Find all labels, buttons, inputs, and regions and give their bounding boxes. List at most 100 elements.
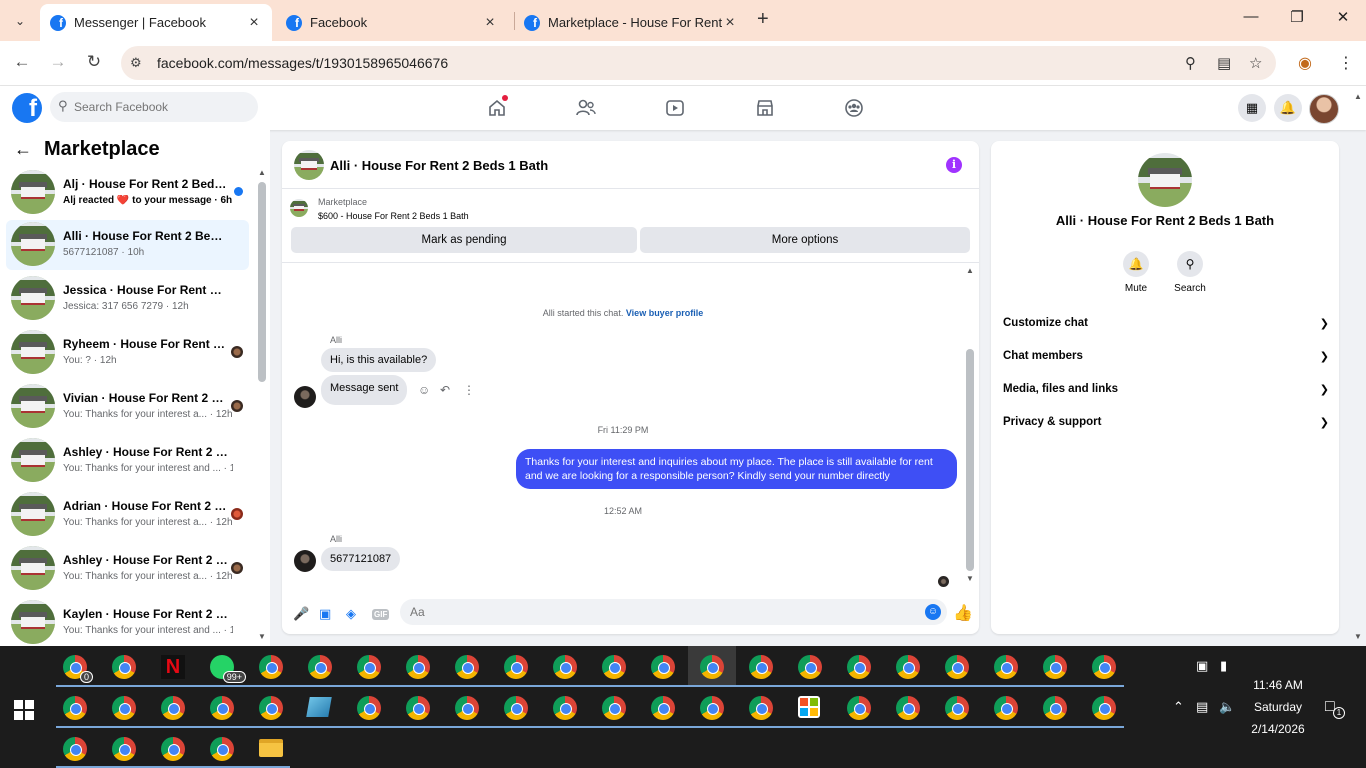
new-tab-plus-icon[interactable]: +: [757, 8, 769, 31]
chrome-icon[interactable]: [1043, 655, 1067, 679]
photo-icon[interactable]: ▣: [319, 606, 331, 622]
mark-as-pending-button[interactable]: Mark as pending: [291, 227, 637, 253]
back-arrow-icon[interactable]: ←: [14, 139, 32, 160]
windows-start-icon[interactable]: [14, 700, 34, 720]
chat-members-row[interactable]: Chat members ❯: [1003, 350, 1329, 370]
chrome-icon[interactable]: [259, 696, 283, 720]
close-tab-icon[interactable]: ×: [246, 14, 262, 32]
nav-friends-icon[interactable]: [571, 96, 601, 120]
chrome-icon[interactable]: [994, 696, 1018, 720]
network-icon[interactable]: ▤: [1196, 699, 1208, 715]
sender-avatar[interactable]: [294, 550, 316, 572]
chrome-icon[interactable]: [504, 696, 528, 720]
listing-avatar[interactable]: [1138, 153, 1192, 207]
install-app-icon[interactable]: ▤: [1217, 54, 1231, 72]
listing-thumbnail[interactable]: [290, 199, 308, 217]
chrome-icon[interactable]: [896, 696, 920, 720]
site-settings-icon[interactable]: ⚙: [130, 55, 142, 71]
battery-icon[interactable]: ▮: [1220, 658, 1227, 674]
tab-marketplace[interactable]: f Marketplace - House For Rent 2 ×: [514, 4, 748, 41]
chrome-icon[interactable]: [847, 655, 871, 679]
nav-video-icon[interactable]: [660, 96, 690, 120]
media-files-links-row[interactable]: Media, files and links ❯: [1003, 383, 1329, 403]
clock-day[interactable]: Saturday: [1240, 700, 1316, 714]
my-message-bubble[interactable]: Thanks for your interest and inquiries a…: [516, 449, 957, 489]
show-hidden-icons-chevron-icon[interactable]: ⌃: [1173, 699, 1184, 715]
chrome-icon[interactable]: [749, 655, 773, 679]
conversation-item[interactable]: Ryheem · House For Rent 2 B... You: ? · …: [6, 328, 249, 378]
netflix-icon[interactable]: N: [161, 655, 185, 679]
chrome-icon[interactable]: [553, 655, 577, 679]
url-text[interactable]: facebook.com/messages/t/1930158965046676: [157, 55, 448, 71]
chrome-icon[interactable]: [994, 655, 1018, 679]
chrome-icon[interactable]: [63, 737, 87, 761]
zoom-icon[interactable]: ⚲: [1185, 54, 1196, 72]
meet-now-icon[interactable]: ▣: [1196, 658, 1208, 674]
chrome-icon[interactable]: [700, 696, 724, 720]
close-tab-icon[interactable]: ×: [482, 14, 498, 32]
chrome-icon[interactable]: [1043, 696, 1067, 720]
view-buyer-profile-link[interactable]: View buyer profile: [626, 308, 703, 318]
reply-icon[interactable]: ↶: [440, 383, 450, 397]
chrome-icon[interactable]: [945, 655, 969, 679]
chrome-icon[interactable]: [700, 655, 724, 679]
minimize-icon[interactable]: —: [1228, 8, 1274, 25]
conversation-item[interactable]: Ashley · House For Rent 2 Beds ... You: …: [6, 436, 249, 486]
window-close-icon[interactable]: ✕: [1320, 8, 1366, 26]
search-input[interactable]: [74, 92, 254, 122]
conversation-item[interactable]: Adrian · House For Rent 2 Be... You: Tha…: [6, 490, 249, 540]
sticker-icon[interactable]: ◈: [346, 606, 356, 622]
nav-groups-icon[interactable]: [839, 96, 869, 120]
chrome-icon[interactable]: [161, 737, 185, 761]
chrome-icon[interactable]: [896, 655, 920, 679]
search-button[interactable]: ⚲ Search: [1165, 251, 1215, 294]
chrome-icon[interactable]: [1092, 655, 1116, 679]
chrome-icon[interactable]: [357, 655, 381, 679]
thumbs-up-icon[interactable]: 👍: [953, 603, 973, 623]
chrome-icon[interactable]: [112, 655, 136, 679]
nav-marketplace-icon[interactable]: [750, 96, 780, 120]
chrome-icon[interactable]: [357, 696, 381, 720]
chrome-icon[interactable]: [749, 696, 773, 720]
menu-grid-icon[interactable]: ▦: [1238, 94, 1266, 122]
conversation-item[interactable]: Jessica · House For Rent 2 Beds ... Jess…: [6, 274, 249, 324]
emoji-icon[interactable]: ☺: [925, 604, 941, 620]
conversation-item-active[interactable]: Alli · House For Rent 2 Beds 1 B... 5677…: [6, 220, 249, 270]
chrome-icon[interactable]: [553, 696, 577, 720]
chrome-icon[interactable]: [210, 737, 234, 761]
chrome-icon[interactable]: [651, 696, 675, 720]
chrome-icon[interactable]: [259, 655, 283, 679]
browser-menu-icon[interactable]: ⋮: [1338, 53, 1354, 73]
scroll-down-icon[interactable]: ▼: [966, 574, 974, 583]
chrome-icon[interactable]: [651, 655, 675, 679]
chrome-icon[interactable]: [945, 696, 969, 720]
bookmark-star-icon[interactable]: ☆: [1249, 54, 1262, 72]
chrome-icon[interactable]: [161, 696, 185, 720]
chrome-icon[interactable]: [504, 655, 528, 679]
message-input[interactable]: [400, 599, 947, 625]
customize-chat-row[interactable]: Customize chat ❯: [1003, 317, 1329, 337]
privacy-support-row[interactable]: Privacy & support ❯: [1003, 416, 1329, 436]
gif-icon[interactable]: GIF: [372, 609, 390, 620]
chrome-icon[interactable]: [455, 696, 479, 720]
chrome-icon[interactable]: [847, 696, 871, 720]
forward-arrow-icon[interactable]: →: [46, 52, 70, 74]
chat-title[interactable]: Alli · House For Rent 2 Beds 1 Bath: [330, 158, 548, 173]
restore-icon[interactable]: ❐: [1274, 8, 1320, 26]
clock-date[interactable]: 2/14/2026: [1240, 722, 1316, 736]
chrome-icon[interactable]: [455, 655, 479, 679]
microsoft-store-icon[interactable]: [798, 696, 820, 718]
chrome-icon[interactable]: [112, 696, 136, 720]
conversation-item[interactable]: Alj · House For Rent 2 Beds 1 ... Alj re…: [6, 168, 249, 218]
profile-icon[interactable]: ◉: [1298, 53, 1312, 73]
chrome-icon[interactable]: 0: [63, 655, 93, 683]
chat-avatar[interactable]: [294, 150, 324, 180]
sidebar-scrollbar[interactable]: [258, 182, 266, 382]
chrome-icon[interactable]: [406, 696, 430, 720]
file-explorer-icon[interactable]: [259, 739, 283, 757]
tab-messenger[interactable]: f Messenger | Facebook ×: [40, 4, 272, 41]
more-options-button[interactable]: More options: [640, 227, 970, 253]
more-actions-icon[interactable]: ⋮: [463, 383, 475, 397]
notifications-bell-icon[interactable]: 🔔: [1274, 94, 1302, 122]
microphone-icon[interactable]: 🎤: [293, 606, 309, 622]
